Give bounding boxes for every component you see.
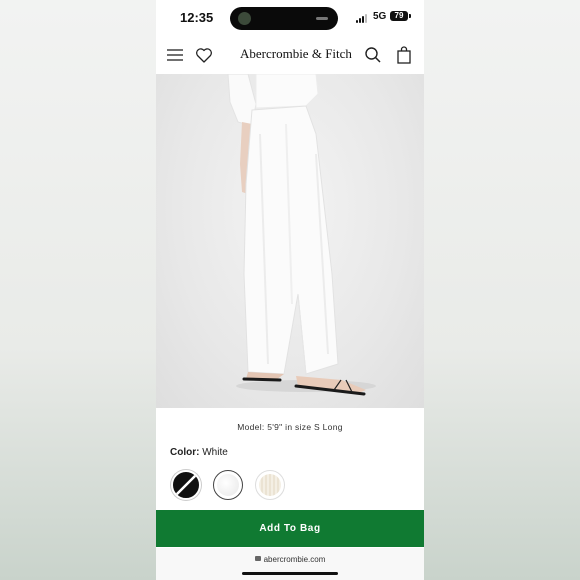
shopping-bag-icon[interactable]: [394, 45, 414, 65]
battery-icon: 79: [390, 11, 408, 21]
phone-screen: 12:35 5G 79 Abercrombie & Fitch Model: 5…: [156, 0, 424, 580]
heart-icon[interactable]: [194, 45, 214, 65]
color-label: Color:: [170, 447, 200, 458]
selected-color-name: White: [202, 447, 228, 458]
lock-icon: [254, 556, 261, 561]
signal-icon: [356, 13, 370, 23]
model-wearing-pants-illustration: [227, 74, 376, 396]
search-icon[interactable]: [363, 45, 383, 65]
browser-url-bar: abercrombie.com: [156, 548, 424, 580]
swatch-black-pattern: [174, 473, 198, 497]
home-indicator[interactable]: [242, 572, 338, 575]
brand-logo[interactable]: Abercrombie & Fitch: [240, 46, 352, 62]
status-bar: 12:35 5G 79: [156, 0, 424, 36]
activity-icon: [238, 12, 251, 25]
swatch-black[interactable]: [171, 470, 201, 500]
color-selector-label: Color: White: [170, 447, 228, 458]
network-type: 5G: [373, 11, 387, 22]
waveform-icon: [316, 17, 328, 20]
battery-tip: [409, 14, 411, 18]
model-size-note: Model: 5'9" in size S Long: [237, 422, 343, 432]
url-text: abercrombie.com: [263, 555, 326, 564]
hamburger-icon[interactable]: [165, 45, 185, 65]
swatch-cream[interactable]: [255, 470, 285, 500]
swatch-white-selected[interactable]: [213, 470, 243, 500]
site-header: Abercrombie & Fitch: [156, 36, 424, 75]
dynamic-island: [230, 7, 338, 30]
url-display[interactable]: abercrombie.com: [156, 555, 424, 564]
product-image[interactable]: [156, 74, 424, 408]
add-to-bag-button[interactable]: Add To Bag: [156, 510, 424, 547]
status-time: 12:35: [180, 10, 214, 25]
